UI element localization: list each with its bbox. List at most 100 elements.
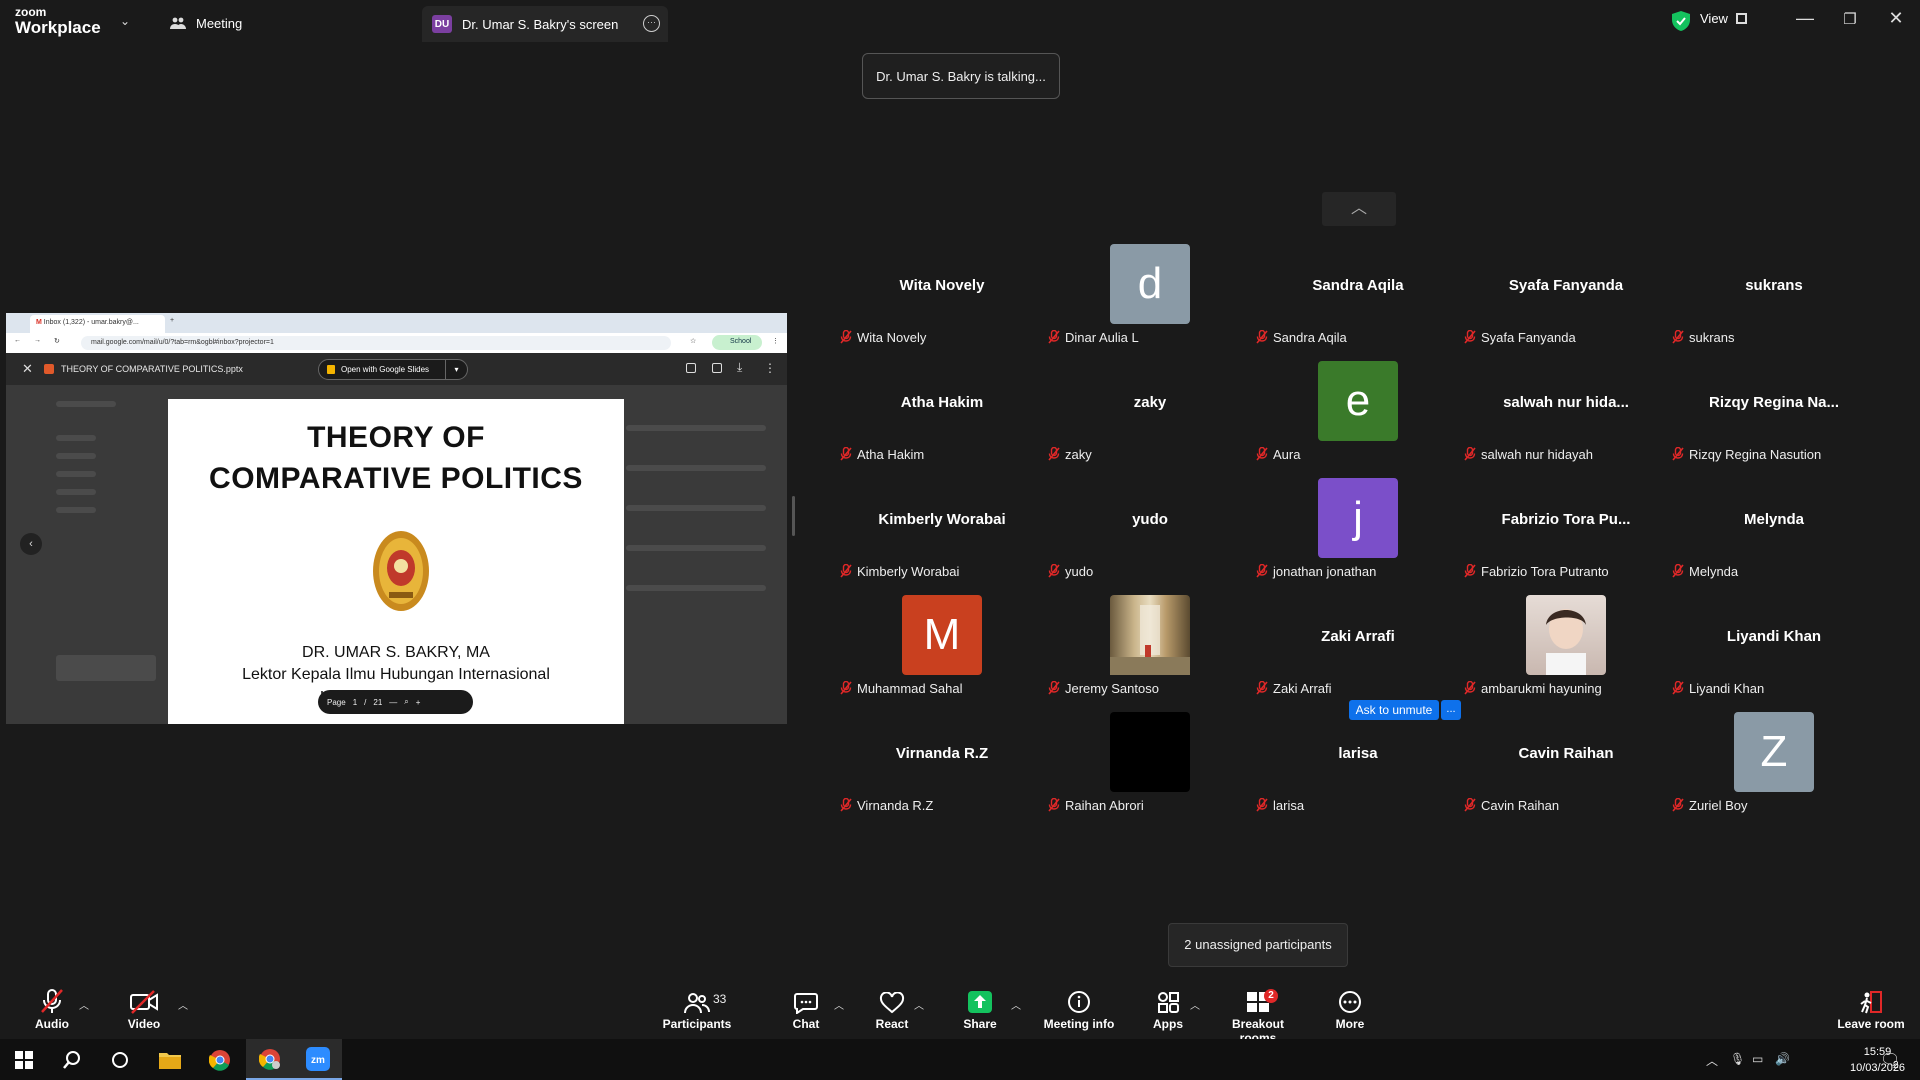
- forward-icon[interactable]: →: [34, 337, 41, 344]
- network-icon[interactable]: ▭: [1752, 1052, 1763, 1066]
- open-with-dropdown-icon[interactable]: ▾: [445, 360, 467, 379]
- microphone-tray-icon[interactable]: 🎙: [1730, 1052, 1745, 1066]
- shared-screen[interactable]: M Inbox (1,322) - umar.bakry@... + ← → ↻…: [6, 313, 787, 724]
- tab-shared-screen[interactable]: DU Dr. Umar S. Bakry's screen ···: [422, 6, 668, 42]
- add-to-drive-icon[interactable]: [686, 363, 696, 373]
- participant-tile[interactable]: Zaki Arrafi Zaki Arrafi: [1254, 595, 1462, 712]
- zoom-in-icon[interactable]: +: [416, 698, 421, 707]
- zoom-window: zoom Workplace ⌄ Meeting DU Dr. Umar S. …: [0, 0, 1920, 1080]
- participant-tile[interactable]: Wita Novely Wita Novely: [838, 244, 1046, 361]
- participant-tile[interactable]: larisa larisa: [1254, 712, 1462, 829]
- slides-icon: [327, 365, 335, 374]
- participant-tile[interactable]: yudo yudo: [1046, 478, 1254, 595]
- download-icon[interactable]: ⤓: [737, 360, 742, 375]
- participant-name-label: Melynda: [1670, 560, 1738, 582]
- tray-chevron-icon[interactable]: ︿: [1706, 1052, 1718, 1069]
- file-explorer-icon[interactable]: [146, 1039, 194, 1080]
- chat-button[interactable]: Chat: [776, 980, 836, 1039]
- chevron-down-icon[interactable]: ⌄: [120, 14, 130, 28]
- browser-menu-icon[interactable]: ⋮: [772, 337, 779, 345]
- participant-tile[interactable]: Kimberly Worabai Kimberly Worabai: [838, 478, 1046, 595]
- volume-icon[interactable]: 🔊: [1775, 1052, 1790, 1066]
- windows-start-icon[interactable]: [0, 1039, 48, 1080]
- participant-tile[interactable]: ambarukmi hayuning: [1462, 595, 1670, 712]
- more-options-icon[interactable]: ···: [643, 15, 660, 32]
- chat-icon: [794, 993, 818, 1014]
- participant-tile[interactable]: M Muhammad Sahal: [838, 595, 1046, 712]
- chrome-profile-icon[interactable]: [246, 1039, 294, 1080]
- gallery-page-up-button[interactable]: ︿: [1322, 192, 1396, 226]
- audio-button[interactable]: Audio: [22, 980, 82, 1039]
- participant-tile[interactable]: Jeremy Santoso: [1046, 595, 1254, 712]
- previous-file-icon[interactable]: ‹: [20, 533, 42, 555]
- participant-tile[interactable]: Liyandi Khan Liyandi Khan: [1670, 595, 1878, 712]
- participant-tile[interactable]: Rizqy Regina Na... Rizqy Regina Nasution: [1670, 361, 1878, 478]
- ask-to-unmute-button[interactable]: Ask to unmute: [1349, 700, 1439, 720]
- browser-tab[interactable]: M Inbox (1,322) - umar.bakry@...: [30, 315, 165, 333]
- participant-tile[interactable]: Sandra Aqila Sandra Aqila: [1254, 244, 1462, 361]
- participant-tile[interactable]: Z Zuriel Boy: [1670, 712, 1878, 829]
- meeting-info-button[interactable]: Meeting info: [1036, 980, 1122, 1039]
- participant-tile[interactable]: Fabrizio Tora Pu... Fabrizio Tora Putrant…: [1462, 478, 1670, 595]
- url-field[interactable]: mail.google.com/mail/u/0/?tab=rm&ogbl#in…: [81, 336, 671, 350]
- viewer-more-icon[interactable]: ⋮: [764, 361, 776, 375]
- participant-display-name: Melynda: [1743, 511, 1804, 528]
- zoom-out-icon[interactable]: —: [389, 698, 397, 707]
- participant-more-button[interactable]: ...: [1441, 700, 1461, 720]
- participant-tile[interactable]: Virnanda R.Z Virnanda R.Z: [838, 712, 1046, 829]
- more-button[interactable]: More: [1320, 980, 1380, 1039]
- bookmark-star-icon[interactable]: ☆: [690, 337, 696, 345]
- participants-button[interactable]: Participants: [656, 980, 738, 1039]
- reload-icon[interactable]: ↻: [54, 337, 60, 345]
- viewer-close-icon[interactable]: ✕: [22, 361, 33, 377]
- breakout-rooms-button[interactable]: Breakout rooms: [1214, 980, 1302, 1045]
- participant-tile[interactable]: Melynda Melynda: [1670, 478, 1878, 595]
- page-navigator[interactable]: Page 1 / 21 — ⌕ +: [318, 690, 473, 714]
- new-tab-icon[interactable]: +: [170, 317, 174, 324]
- participant-tile[interactable]: salwah nur hida... salwah nur hidayah: [1462, 361, 1670, 478]
- participant-tile[interactable]: zaky zaky: [1046, 361, 1254, 478]
- tab-meeting[interactable]: Meeting: [170, 12, 242, 34]
- react-options-caret-icon[interactable]: ︿: [914, 997, 924, 1012]
- minimize-icon[interactable]: —: [1795, 8, 1815, 29]
- participant-name: Syafa Fanyanda: [1481, 329, 1576, 345]
- video-options-caret-icon[interactable]: ︿: [178, 997, 188, 1012]
- apps-options-caret-icon[interactable]: ︿: [1190, 997, 1200, 1012]
- apps-button[interactable]: Apps: [1143, 980, 1193, 1039]
- chrome-icon[interactable]: [196, 1039, 244, 1080]
- print-icon[interactable]: [712, 363, 722, 373]
- zoom-search-icon[interactable]: ⌕: [404, 697, 408, 707]
- chat-options-caret-icon[interactable]: ︿: [834, 997, 844, 1012]
- mic-muted-icon: [1464, 330, 1476, 344]
- zoom-app-icon[interactable]: zm: [294, 1039, 342, 1080]
- participant-tile[interactable]: sukrans sukrans: [1670, 244, 1878, 361]
- close-icon[interactable]: ✕: [1886, 8, 1906, 29]
- participant-tile[interactable]: Syafa Fanyanda Syafa Fanyanda: [1462, 244, 1670, 361]
- encryption-shield-icon[interactable]: [1672, 11, 1690, 31]
- back-icon[interactable]: ←: [14, 337, 21, 344]
- participant-name-label: Liyandi Khan: [1670, 677, 1764, 699]
- zoom-workplace-logo[interactable]: zoom Workplace: [15, 6, 101, 36]
- audio-options-caret-icon[interactable]: ︿: [79, 997, 89, 1012]
- search-icon[interactable]: [48, 1039, 96, 1080]
- page-current[interactable]: 1: [353, 698, 357, 707]
- participant-tile[interactable]: e Aura: [1254, 361, 1462, 478]
- participant-tile[interactable]: Raihan Abrori: [1046, 712, 1254, 829]
- video-button[interactable]: Video: [114, 980, 174, 1039]
- split-resize-handle[interactable]: [792, 496, 795, 536]
- participant-tile[interactable]: Atha Hakim Atha Hakim: [838, 361, 1046, 478]
- participant-tile[interactable]: Cavin Raihan Cavin Raihan: [1462, 712, 1670, 829]
- page-label: Page: [327, 697, 346, 707]
- participant-tile[interactable]: j jonathan jonathan: [1254, 478, 1462, 595]
- participant-tile[interactable]: d Dinar Aulia L: [1046, 244, 1254, 361]
- leave-room-button[interactable]: Leave room: [1836, 980, 1906, 1039]
- task-view-icon[interactable]: [96, 1039, 144, 1080]
- react-button[interactable]: React: [862, 980, 922, 1039]
- apps-label: Apps: [1153, 1017, 1183, 1031]
- profile-chip[interactable]: School: [712, 335, 762, 350]
- share-options-caret-icon[interactable]: ︿: [1011, 997, 1021, 1012]
- restore-icon[interactable]: ❐: [1840, 10, 1860, 28]
- share-button[interactable]: Share: [950, 980, 1010, 1039]
- view-button[interactable]: View: [1700, 11, 1747, 26]
- open-with-google-slides-button[interactable]: Open with Google Slides ▾: [318, 359, 468, 380]
